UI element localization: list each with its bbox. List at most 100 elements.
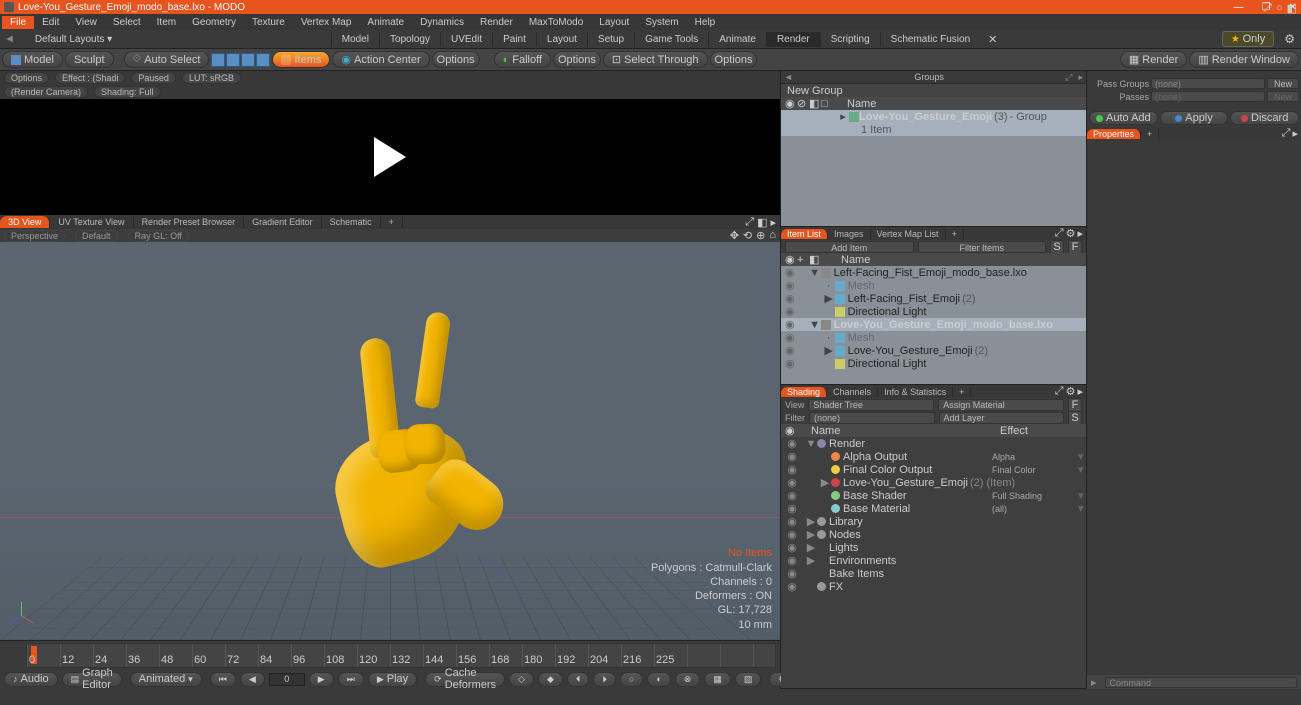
view-tab-schematic[interactable]: Schematic [322, 216, 381, 228]
group-sub-row[interactable]: 1 Item [781, 123, 1086, 136]
panel-tab-shading[interactable]: Shading [781, 387, 827, 397]
shading-dropdown[interactable]: Default [75, 230, 118, 242]
play-button[interactable]: ▶ Play [368, 672, 417, 687]
step-back-button[interactable]: ◀ [240, 672, 265, 687]
items-button[interactable]: Items [272, 51, 330, 68]
graph-editor-button[interactable]: ▤ Graph Editor [62, 672, 122, 687]
add-layer-dropdown[interactable]: Add Layer [939, 412, 1065, 424]
plus-icon[interactable]: ✕ [980, 33, 1005, 46]
add-item-dropdown[interactable]: Add Item [785, 241, 914, 253]
render-preview[interactable] [0, 99, 780, 215]
shader-row[interactable]: ◉▼Render [781, 437, 1086, 450]
component-modes[interactable] [211, 53, 270, 67]
panel-tab-info---statistics[interactable]: Info & Statistics [878, 387, 953, 397]
menu-animate[interactable]: Animate [359, 16, 412, 29]
3d-viewport[interactable]: No Items Polygons : Catmull-Clark Channe… [0, 242, 780, 640]
assign-material-button[interactable]: Assign Material [938, 399, 1064, 411]
render-button[interactable]: ▦Render [1120, 51, 1187, 68]
shader-row[interactable]: ◉Final Color OutputFinal Color▾ [781, 463, 1086, 476]
new-pass-button[interactable]: New [1267, 91, 1299, 102]
panel-tab-item-list[interactable]: Item List [781, 229, 828, 239]
pass-groups-dropdown[interactable]: (none) [1151, 78, 1265, 89]
timeline[interactable]: 0122436486072849610812013214415616818019… [0, 640, 780, 669]
shader-tree[interactable]: ◉▼Render◉Alpha OutputAlpha▾◉Final Color … [781, 437, 1086, 688]
add-view-tab[interactable]: + [381, 216, 403, 228]
item-row[interactable]: ◉·Mesh [781, 279, 1086, 292]
panel-tab-vertex-map-list[interactable]: Vertex Map List [871, 229, 946, 239]
shader-row[interactable]: ◉▶Library [781, 515, 1086, 528]
apply-button[interactable]: Apply [1160, 111, 1229, 125]
shading-mode[interactable]: Shading: Full [94, 86, 161, 98]
auto-select-button[interactable]: ⟐Auto Select [124, 51, 210, 68]
options-3-button[interactable]: Options [710, 51, 758, 68]
shader-row[interactable]: ◉▶Nodes [781, 528, 1086, 541]
add-shading-tab[interactable]: + [953, 387, 971, 397]
key-4-button[interactable]: ⏵ [593, 672, 616, 687]
properties-tab[interactable]: Properties [1087, 129, 1141, 139]
item-row[interactable]: ◉Directional Light [781, 305, 1086, 318]
menu-geometry[interactable]: Geometry [184, 16, 244, 29]
menu-select[interactable]: Select [105, 16, 149, 29]
minimize-button[interactable]: — [1234, 2, 1244, 13]
f-button-2[interactable]: F [1068, 398, 1082, 412]
command-field[interactable]: Command [1105, 677, 1297, 688]
view-tab-gradient-editor[interactable]: Gradient Editor [244, 216, 322, 228]
fit-icon[interactable]: ⌂ [769, 229, 776, 242]
menu-help[interactable]: Help [687, 16, 724, 29]
menu-render[interactable]: Render [472, 16, 521, 29]
material-mode-icon[interactable] [256, 53, 270, 67]
s-button[interactable]: S [1050, 240, 1064, 254]
key-8-button[interactable]: ▦ [704, 672, 731, 687]
expand-icon[interactable]: ⤢ [1263, 2, 1272, 15]
key-3-button[interactable]: ⏴ [567, 672, 590, 687]
item-row[interactable]: ◉▼Left-Facing_Fist_Emoji_modo_base.lxo [781, 266, 1086, 279]
layout-tab-layout[interactable]: Layout [536, 32, 587, 47]
circle-icon[interactable]: ○ [1276, 2, 1283, 15]
play-icon[interactable] [374, 137, 406, 177]
shader-filter-dropdown[interactable]: (none) [809, 412, 935, 424]
action-center-button[interactable]: ◉Action Center [332, 51, 429, 68]
panel-menu-icon[interactable]: ▸ [1075, 72, 1086, 83]
filter-items-dropdown[interactable]: Filter Items [918, 241, 1047, 253]
menu-dynamics[interactable]: Dynamics [412, 16, 472, 29]
close-preview-icon[interactable]: ◧ [1287, 2, 1297, 15]
key-1-button[interactable]: ◇ [509, 672, 534, 687]
shader-view-dropdown[interactable]: Shader Tree [808, 399, 934, 411]
expand-panel-icon[interactable]: ⤢ [1062, 72, 1075, 83]
goto-end-button[interactable]: ⏭ [338, 672, 364, 687]
layout-tab-topology[interactable]: Topology [379, 32, 440, 47]
menu-maxtomodo[interactable]: MaxToModo [521, 16, 591, 29]
model-button[interactable]: Model [2, 51, 63, 68]
key-7-button[interactable]: ⊗ [675, 672, 701, 687]
layout-tab-uvedit[interactable]: UVEdit [440, 32, 492, 47]
menu-system[interactable]: System [637, 16, 686, 29]
arrow-left-icon[interactable]: ◄ [0, 33, 19, 45]
vertex-mode-icon[interactable] [211, 53, 225, 67]
sculpt-button[interactable]: Sculpt [65, 51, 114, 68]
groups-tree[interactable]: ▸ Love-You_Gesture_Emoji (3) - Group 1 I… [781, 110, 1086, 226]
item-row[interactable]: ◉▶Love-You_Gesture_Emoji(2) [781, 344, 1086, 357]
step-fwd-button[interactable]: ▶ [309, 672, 334, 687]
layout-tab-animate[interactable]: Animate [708, 32, 766, 47]
preview-lut[interactable]: LUT: sRGB [182, 72, 241, 84]
shader-row[interactable]: ◉Bake Items [781, 567, 1086, 580]
group-row[interactable]: ▸ Love-You_Gesture_Emoji (3) - Group [781, 110, 1086, 123]
only-button[interactable]: Only [1222, 31, 1274, 47]
shader-row[interactable]: ◉Base ShaderFull Shading▾ [781, 489, 1086, 502]
preview-effect[interactable]: Effect : (Shadi [55, 72, 125, 84]
item-list-tree[interactable]: ◉▼Left-Facing_Fist_Emoji_modo_base.lxo◉·… [781, 266, 1086, 384]
key-2-button[interactable]: ◆ [538, 672, 563, 687]
panel-tab-images[interactable]: Images [828, 229, 871, 239]
layout-tab-model[interactable]: Model [331, 32, 379, 47]
menu-view[interactable]: View [67, 16, 105, 29]
render-window-button[interactable]: ▥Render Window [1189, 51, 1299, 68]
render-camera[interactable]: (Render Camera) [4, 86, 88, 98]
discard-button[interactable]: Discard [1230, 111, 1299, 125]
menu-edit[interactable]: Edit [34, 16, 67, 29]
layout-tab-setup[interactable]: Setup [587, 32, 634, 47]
options-1-button[interactable]: Options [432, 51, 480, 68]
menu-file[interactable]: File [2, 16, 34, 29]
animated-dropdown[interactable]: Animated ▾ [130, 672, 202, 687]
layout-dropdown[interactable]: Default Layouts ▾ [29, 32, 118, 47]
options-2-button[interactable]: Options [553, 51, 601, 68]
